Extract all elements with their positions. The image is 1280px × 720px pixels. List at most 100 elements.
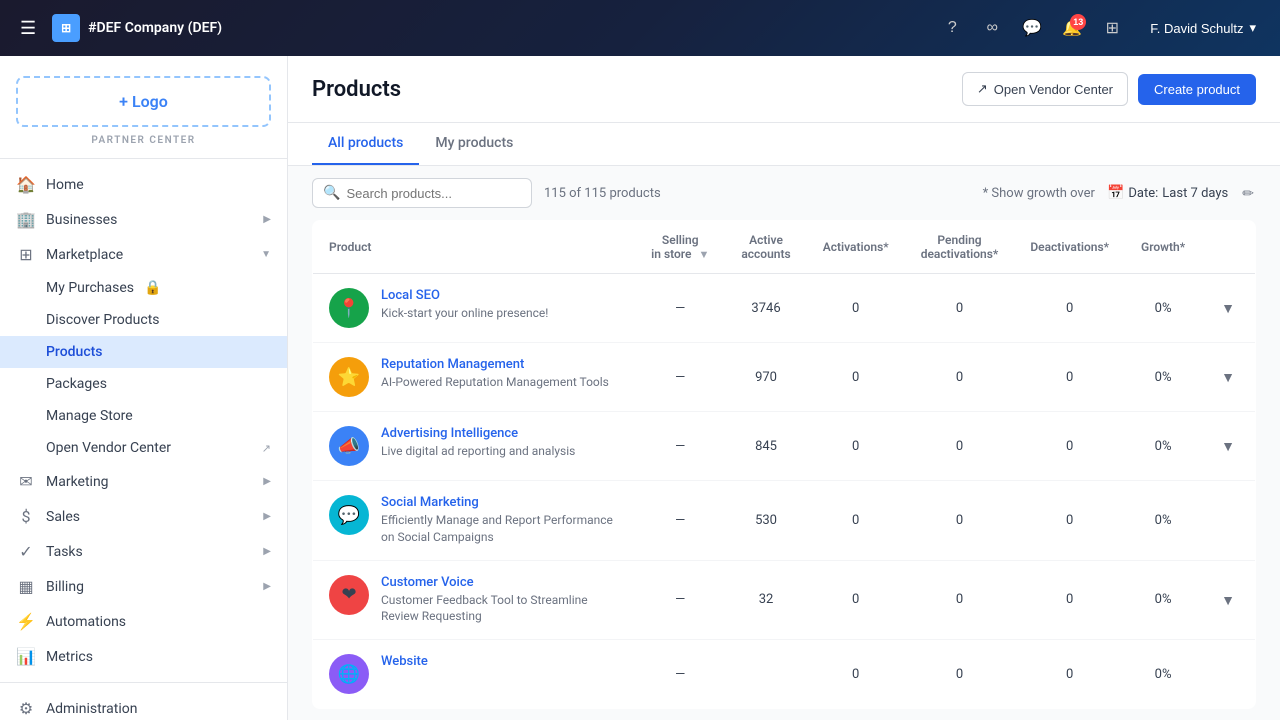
content-header: Products ↗ Open Vendor Center Create pro… [288,56,1280,123]
sidebar-item-automations[interactable]: ⚡ Automations [0,604,287,639]
edit-date-button[interactable]: ✏ [1240,183,1256,204]
product-cell-website: 🌐 Website [313,640,636,709]
link-icon: ∞ [987,19,998,37]
activations-website: 0 [807,640,905,709]
expand-customer-voice[interactable]: ▼ [1201,560,1255,640]
pending-advertising-intelligence: 0 [905,412,1015,481]
sidebar-item-discover-products[interactable]: Discover Products [0,304,287,336]
selling-local-seo: — [635,274,725,343]
activations-local-seo: 0 [807,274,905,343]
nav-icons: ? ∞ 💬 🔔 13 ⊞ [934,10,1130,46]
product-desc-reputation-management: AI-Powered Reputation Management Tools [381,374,609,391]
expand-button-customer-voice[interactable]: ▼ [1217,588,1239,612]
sidebar-item-sales[interactable]: $ Sales ▶ [0,499,287,534]
col-activations: Activations* [807,221,905,274]
hamburger-button[interactable]: ☰ [16,14,40,43]
sidebar-item-metrics[interactable]: 📊 Metrics [0,639,287,674]
open-vendor-button[interactable]: ↗ Open Vendor Center [962,72,1128,106]
active-accounts-customer-voice: 32 [725,560,806,640]
search-icon: 🔍 [323,185,340,201]
product-desc-social-marketing: Efficiently Manage and Report Performanc… [381,512,619,546]
expand-button-local-seo[interactable]: ▼ [1217,296,1239,320]
logo-icon: ⊞ [52,14,80,42]
table-row: 📣 Advertising Intelligence Live digital … [313,412,1256,481]
product-name-website[interactable]: Website [381,654,428,669]
product-name-reputation-management[interactable]: Reputation Management [381,357,609,372]
create-product-button[interactable]: Create product [1138,74,1256,105]
link-button[interactable]: ∞ [974,10,1010,46]
sidebar-item-packages[interactable]: Packages [0,368,287,400]
col-pending: Pendingdeactivations* [905,221,1015,274]
apps-button[interactable]: ⊞ [1094,10,1130,46]
product-name-local-seo[interactable]: Local SEO [381,288,548,303]
active-accounts-local-seo: 3746 [725,274,806,343]
product-name-advertising-intelligence[interactable]: Advertising Intelligence [381,426,575,441]
growth-reputation-management: 0% [1125,343,1201,412]
growth-local-seo: 0% [1125,274,1201,343]
product-name-customer-voice[interactable]: Customer Voice [381,575,619,590]
help-icon: ? [948,19,957,37]
expand-advertising-intelligence[interactable]: ▼ [1201,412,1255,481]
sidebar-item-home[interactable]: 🏠 Home [0,167,287,202]
apps-icon: ⊞ [1106,18,1119,38]
product-desc-customer-voice: Customer Feedback Tool to Streamline Rev… [381,592,619,626]
growth-advertising-intelligence: 0% [1125,412,1201,481]
tab-all-products[interactable]: All products [312,123,419,165]
products-table: Product Sellingin store ▼ Activeaccounts… [312,220,1256,709]
activations-social-marketing: 0 [807,481,905,561]
product-name-social-marketing[interactable]: Social Marketing [381,495,619,510]
results-count: 115 of 115 products [544,186,661,201]
activations-customer-voice: 0 [807,560,905,640]
sidebar-item-marketplace[interactable]: ⊞ Marketplace ▼ [0,237,287,272]
tab-my-products[interactable]: My products [419,123,529,165]
selling-reputation-management: — [635,343,725,412]
expand-button-reputation-management[interactable]: ▼ [1217,365,1239,389]
product-info-customer-voice: Customer Voice Customer Feedback Tool to… [381,575,619,626]
product-icon-reputation-management: ⭐ [329,357,369,397]
sidebar-item-open-vendor-center[interactable]: Open Vendor Center ↗ [0,432,287,464]
expand-reputation-management[interactable]: ▼ [1201,343,1255,412]
selling-advertising-intelligence: — [635,412,725,481]
tab-my-products-label: My products [435,135,513,151]
sidebar-metrics-label: Metrics [46,649,93,665]
activations-reputation-management: 0 [807,343,905,412]
sidebar-item-my-purchases[interactable]: My Purchases 🔒 [0,272,287,304]
table-header: Product Sellingin store ▼ Activeaccounts… [313,221,1256,274]
col-product: Product [313,221,636,274]
expand-social-marketing [1201,481,1255,561]
notification-button[interactable]: 🔔 13 [1054,10,1090,46]
sidebar-item-products[interactable]: Products [0,336,287,368]
expand-website [1201,640,1255,709]
header-actions: ↗ Open Vendor Center Create product [962,72,1256,106]
notification-badge: 13 [1070,14,1086,30]
deactivations-advertising-intelligence: 0 [1014,412,1125,481]
expand-local-seo[interactable]: ▼ [1201,274,1255,343]
manage-store-label: Manage Store [46,408,133,424]
growth-label: * Show growth over [983,186,1095,201]
product-info-advertising-intelligence: Advertising Intelligence Live digital ad… [381,426,575,460]
sidebar-item-administration[interactable]: ⚙ Administration [0,691,287,720]
chat-button[interactable]: 💬 [1014,10,1050,46]
product-info-reputation-management: Reputation Management AI-Powered Reputat… [381,357,609,391]
expand-button-advertising-intelligence[interactable]: ▼ [1217,434,1239,458]
logo-box[interactable]: + Logo [16,76,271,127]
table-row: 🌐 Website — 0 0 0 0% [313,640,1256,709]
sidebar-item-tasks[interactable]: ✓ Tasks ▶ [0,534,287,569]
help-button[interactable]: ? [934,10,970,46]
table-container: Product Sellingin store ▼ Activeaccounts… [288,220,1280,720]
user-menu-button[interactable]: F. David Schultz ▾ [1142,16,1264,40]
pending-local-seo: 0 [905,274,1015,343]
main-layout: + Logo PARTNER CENTER 🏠 Home 🏢 Businesse… [0,56,1280,720]
pending-website: 0 [905,640,1015,709]
sidebar-item-manage-store[interactable]: Manage Store [0,400,287,432]
product-icon-advertising-intelligence: 📣 [329,426,369,466]
sidebar-item-marketing[interactable]: ✉ Marketing ▶ [0,464,287,499]
billing-icon: ▦ [16,577,36,596]
sidebar-home-label: Home [46,177,84,193]
sidebar-item-billing[interactable]: ▦ Billing ▶ [0,569,287,604]
sidebar-item-businesses[interactable]: 🏢 Businesses ▶ [0,202,287,237]
date-filter[interactable]: 📅 Date: Last 7 days [1107,185,1228,201]
calendar-icon: 📅 [1107,185,1124,201]
marketplace-chevron-icon: ▼ [261,249,271,260]
search-input[interactable] [346,186,522,201]
